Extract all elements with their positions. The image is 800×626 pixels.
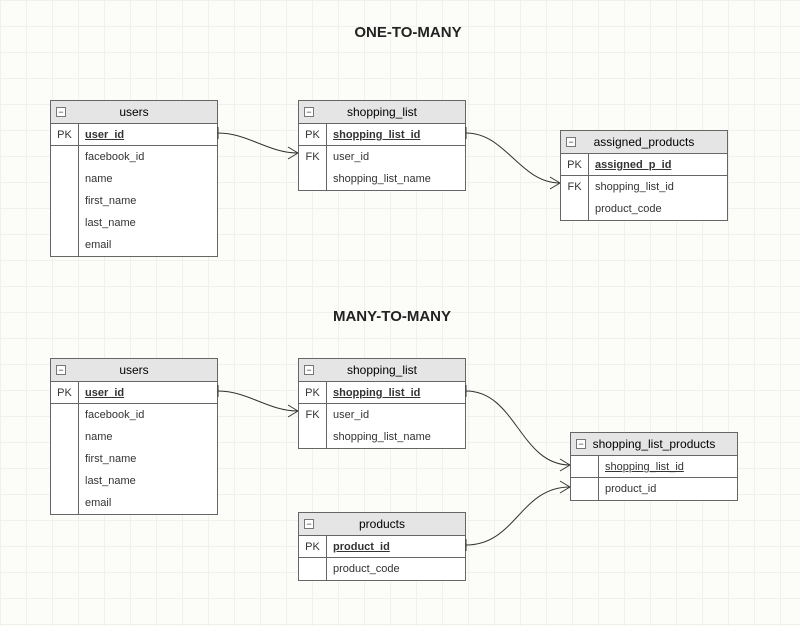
key-label: PK <box>299 124 326 146</box>
entity-title: shopping_list <box>347 105 417 119</box>
field: email <box>79 492 217 514</box>
field: last_name <box>79 212 217 234</box>
field: facebook_id <box>79 404 217 426</box>
entity-title: users <box>119 105 148 119</box>
entity-header: − assigned_products <box>561 131 727 154</box>
collapse-icon[interactable]: − <box>304 365 314 375</box>
collapse-icon[interactable]: − <box>566 137 576 147</box>
field: first_name <box>79 448 217 470</box>
field: facebook_id <box>79 146 217 168</box>
field-fk: user_id <box>327 404 465 426</box>
section-title-many-to-many: MANY-TO-MANY <box>292 308 492 325</box>
field: email <box>79 234 217 256</box>
key-label: PK <box>561 154 588 176</box>
entity-shopping-list-1: − shopping_list PK FK shopping_list_id u… <box>298 100 466 191</box>
entity-header: − products <box>299 513 465 536</box>
entity-products: − products PK product_id product_code <box>298 512 466 581</box>
entity-header: − shopping_list <box>299 101 465 124</box>
key-label: PK <box>51 382 78 404</box>
field: name <box>79 426 217 448</box>
key-label: PK <box>51 124 78 146</box>
key-label: PK <box>299 382 326 404</box>
entity-header: − users <box>51 359 217 382</box>
field-pk: shopping_list_id <box>327 382 465 404</box>
key-label: PK <box>299 536 326 558</box>
field: first_name <box>79 190 217 212</box>
field: shopping_list_name <box>327 426 465 448</box>
collapse-icon[interactable]: − <box>304 107 314 117</box>
collapse-icon[interactable]: − <box>304 519 314 529</box>
section-title-one-to-many: ONE-TO-MANY <box>308 24 508 41</box>
key-label: FK <box>299 146 326 168</box>
collapse-icon[interactable]: − <box>56 365 66 375</box>
field: shopping_list_name <box>327 168 465 190</box>
entity-shopping-list-2: − shopping_list PK FK shopping_list_id u… <box>298 358 466 449</box>
entity-shopping-list-products: − shopping_list_products shopping_list_i… <box>570 432 738 501</box>
field: product_id <box>599 478 737 500</box>
collapse-icon[interactable]: − <box>576 439 586 449</box>
key-label: FK <box>299 404 326 426</box>
field: shopping_list_id <box>599 456 737 478</box>
collapse-icon[interactable]: − <box>56 107 66 117</box>
entity-header: − shopping_list <box>299 359 465 382</box>
field-pk: user_id <box>79 124 217 146</box>
field-pk: assigned_p_id <box>589 154 727 176</box>
field: name <box>79 168 217 190</box>
entity-title: shopping_list <box>347 363 417 377</box>
field: last_name <box>79 470 217 492</box>
entity-header: − users <box>51 101 217 124</box>
entity-users-1: − users PK user_id facebook_id name firs… <box>50 100 218 257</box>
field-pk: shopping_list_id <box>327 124 465 146</box>
field-pk: user_id <box>79 382 217 404</box>
entity-title: shopping_list_products <box>593 437 716 451</box>
field: product_code <box>589 198 727 220</box>
field: product_code <box>327 558 465 580</box>
field-pk: product_id <box>327 536 465 558</box>
field-fk: user_id <box>327 146 465 168</box>
field-fk: shopping_list_id <box>589 176 727 198</box>
entity-title: products <box>359 517 405 531</box>
entity-header: − shopping_list_products <box>571 433 737 456</box>
entity-users-2: − users PK user_id facebook_id name firs… <box>50 358 218 515</box>
key-label: FK <box>561 176 588 198</box>
entity-assigned-products: − assigned_products PK FK assigned_p_id … <box>560 130 728 221</box>
entity-title: users <box>119 363 148 377</box>
entity-title: assigned_products <box>594 135 695 149</box>
